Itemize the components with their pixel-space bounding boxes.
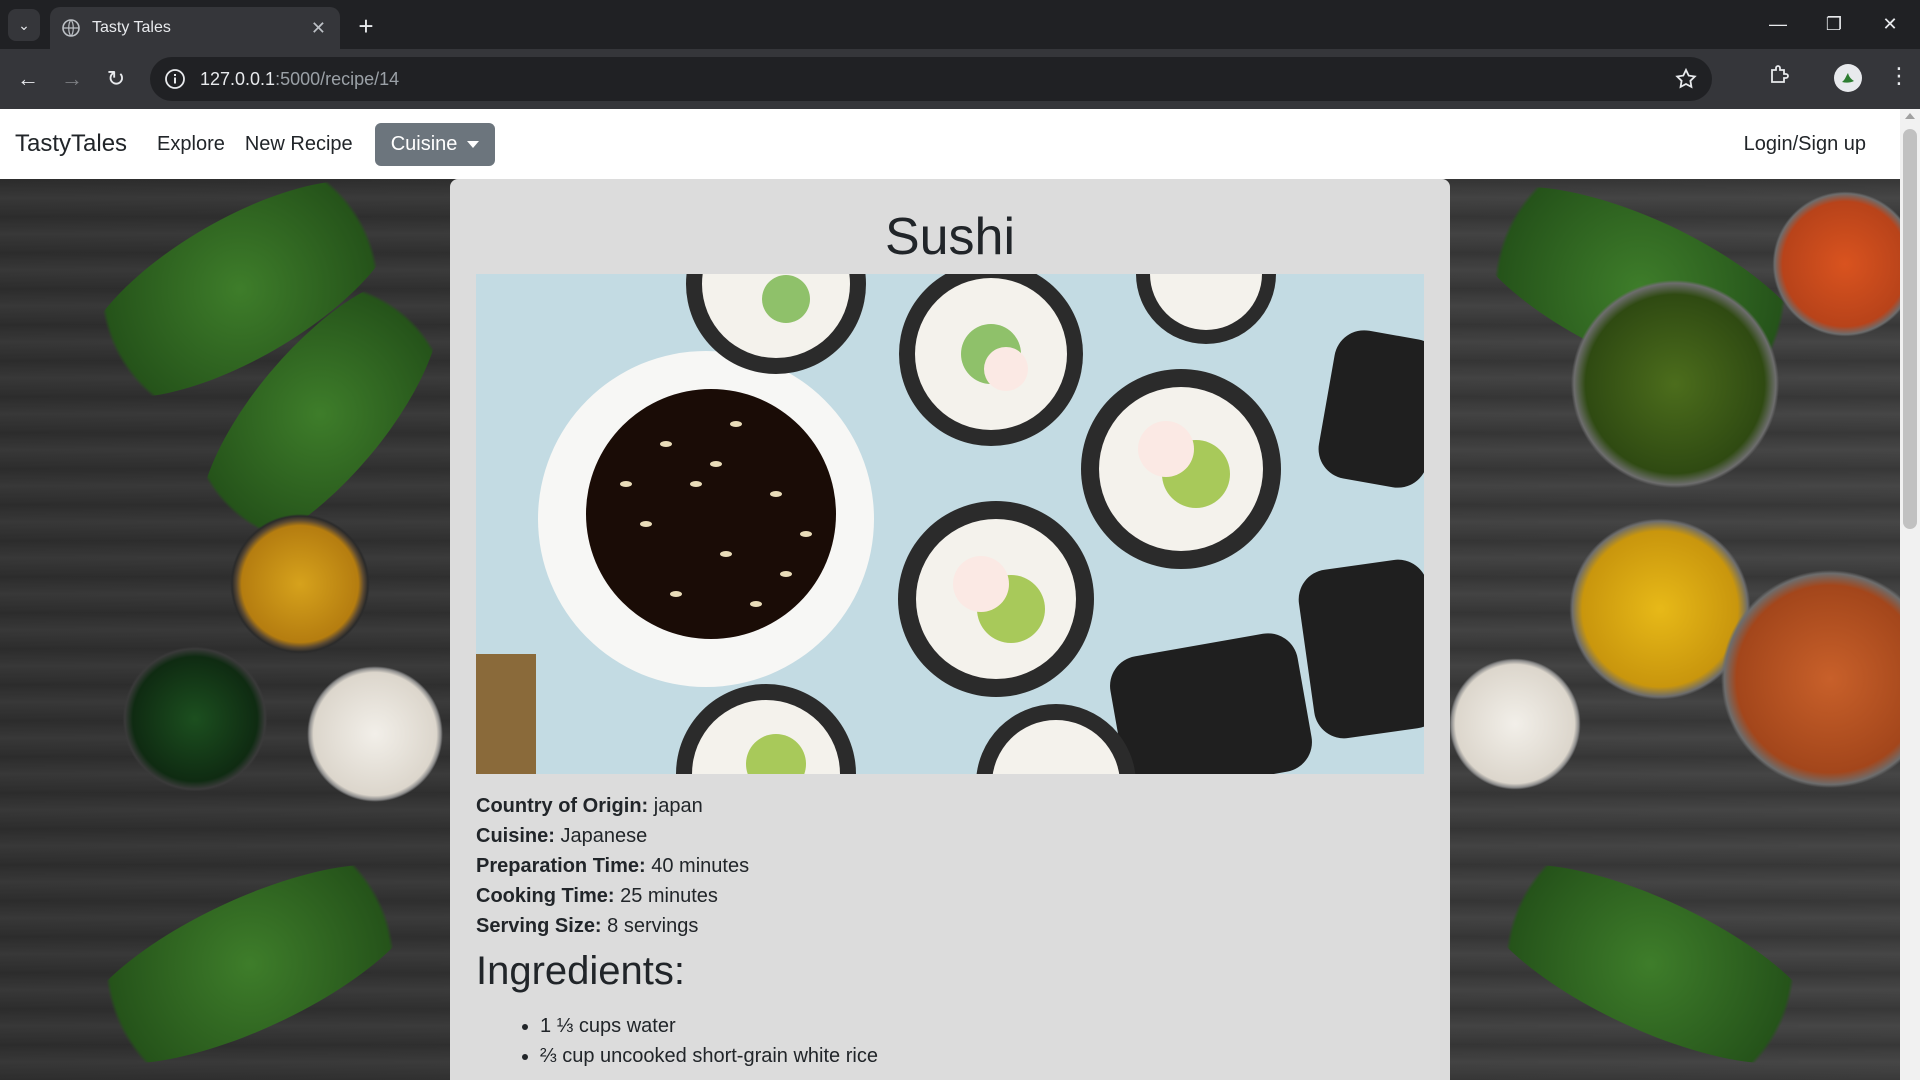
scroll-up-icon[interactable] <box>1905 113 1915 119</box>
detail-cuisine: Cuisine: Japanese <box>476 821 749 851</box>
detail-serving-size: Serving Size: 8 servings <box>476 911 749 941</box>
forward-icon[interactable]: → <box>56 63 88 95</box>
chutney-bowl-decor <box>115 639 275 799</box>
biryani-bowl-decor <box>1720 549 1920 809</box>
curry-bowl-decor <box>225 509 375 659</box>
palm-leaf-decor <box>1450 824 1850 1080</box>
tab-title: Tasty Tales <box>92 19 171 36</box>
detail-value: 40 minutes <box>651 855 750 877</box>
curry-bowl-decor <box>1770 179 1920 349</box>
spinach-bowl-decor <box>1560 269 1790 499</box>
sushi-photo <box>476 274 1424 774</box>
detail-value: 25 minutes <box>620 885 718 907</box>
caret-down-icon <box>467 140 480 148</box>
restore-icon[interactable]: ❐ <box>1806 0 1862 49</box>
globe-icon <box>62 19 80 37</box>
nav-new-recipe[interactable]: New Recipe <box>245 133 353 156</box>
detail-value: japan <box>653 795 703 817</box>
profile-icon[interactable] <box>1834 64 1862 92</box>
recipe-card: Sushi Country of Origin: japan Cuisine: … <box>450 179 1450 1080</box>
plus-icon[interactable]: + <box>352 11 380 41</box>
recipe-title: Sushi <box>884 208 1016 266</box>
browser-tab-bar: ⌄ Tasty Tales ✕ + — ❐ ✕ <box>0 0 1920 49</box>
detail-label: Cuisine: <box>476 825 555 847</box>
ingredients-heading: Ingredients: <box>476 949 686 993</box>
raita-bowl-decor <box>300 659 450 809</box>
cuisine-dropdown-button[interactable]: Cuisine <box>374 122 496 166</box>
url-text: 127.0.0.1:5000/recipe/14 <box>200 69 399 90</box>
detail-value: Japanese <box>560 825 648 847</box>
scrollbar-thumb[interactable] <box>1903 129 1917 529</box>
login-signup-link[interactable]: Login/Sign up <box>1744 133 1866 156</box>
browser-tab[interactable]: Tasty Tales ✕ <box>50 7 340 49</box>
detail-label: Cooking Time: <box>476 885 615 907</box>
url-host: 127.0.0.1 <box>200 68 276 89</box>
site-navbar: TastyTales Explore New Recipe Cuisine Lo… <box>0 109 1900 179</box>
site-brand[interactable]: TastyTales <box>15 130 127 158</box>
detail-label: Preparation Time: <box>476 855 646 877</box>
tab-search-icon[interactable]: ⌄ <box>8 9 40 41</box>
web-page: TastyTales Explore New Recipe Cuisine Lo… <box>0 109 1920 1080</box>
detail-label: Serving Size: <box>476 915 602 937</box>
ingredient-item: ⅔ cup uncooked short-grain white rice <box>540 1041 878 1071</box>
address-bar[interactable]: 127.0.0.1:5000/recipe/14 <box>150 57 1712 101</box>
url-path: :5000/recipe/14 <box>275 68 400 89</box>
close-window-icon[interactable]: ✕ <box>1862 0 1918 49</box>
back-icon[interactable]: ← <box>12 63 44 95</box>
detail-cook-time: Cooking Time: 25 minutes <box>476 881 749 911</box>
extensions-icon[interactable] <box>1768 63 1792 92</box>
browser-toolbar: ← → ↻ 127.0.0.1:5000/recipe/14 ⋮ <box>0 49 1920 109</box>
recipe-details: Country of Origin: japan Cuisine: Japane… <box>476 791 749 941</box>
cuisine-label: Cuisine <box>390 132 458 155</box>
minimize-icon[interactable]: — <box>1750 0 1806 49</box>
info-icon[interactable] <box>164 68 186 90</box>
page-scrollbar[interactable] <box>1900 109 1920 1080</box>
nav-explore[interactable]: Explore <box>157 133 225 156</box>
detail-country: Country of Origin: japan <box>476 791 749 821</box>
raita-bowl-decor <box>1445 649 1585 799</box>
detail-value: 8 servings <box>607 915 699 937</box>
close-icon[interactable]: ✕ <box>311 18 326 39</box>
recipe-image <box>476 274 1424 774</box>
ingredients-list: 1 ⅓ cups water ⅔ cup uncooked short-grai… <box>516 1011 878 1071</box>
star-icon[interactable] <box>1674 67 1698 91</box>
reload-icon[interactable]: ↻ <box>100 63 132 95</box>
detail-label: Country of Origin: <box>476 795 649 817</box>
detail-prep-time: Preparation Time: 40 minutes <box>476 851 749 881</box>
ingredient-item: 1 ⅓ cups water <box>540 1011 878 1041</box>
menu-dots-icon[interactable]: ⋮ <box>1888 63 1910 89</box>
palm-leaf-decor <box>50 824 450 1080</box>
